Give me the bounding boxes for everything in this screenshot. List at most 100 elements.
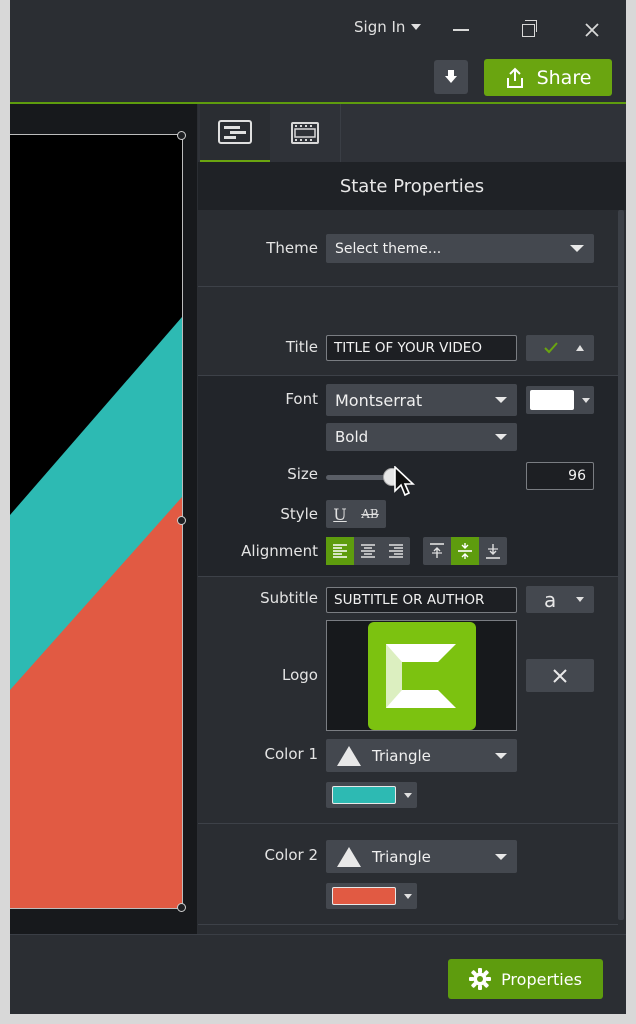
chevron-up-icon: [576, 345, 584, 351]
chevron-down-icon: [404, 792, 412, 798]
color2-swatch: [332, 887, 396, 905]
chevron-down-icon: [576, 597, 585, 602]
tab-video-properties[interactable]: [270, 104, 340, 162]
triangle-icon: [337, 846, 361, 867]
align-center-icon: [361, 544, 375, 558]
chevron-down-icon: [404, 893, 412, 899]
title-label: Title: [285, 338, 318, 356]
title-options-toggle[interactable]: [526, 335, 594, 361]
logo-drop-area[interactable]: [326, 620, 517, 731]
align-top-icon: [430, 543, 444, 558]
share-label: Share: [536, 66, 592, 89]
color1-swatch: [332, 786, 396, 804]
sign-in-label: Sign In: [354, 18, 406, 36]
horizontal-alignment-group: [326, 537, 410, 565]
gear-icon: [469, 968, 492, 990]
chevron-down-icon: [495, 853, 507, 860]
color2-shape-value: Triangle: [372, 847, 431, 866]
resize-handle-bottom-right[interactable]: [177, 903, 186, 912]
align-right-button[interactable]: [382, 537, 410, 565]
color2-label: Color 2: [264, 846, 318, 864]
restore-icon: [521, 19, 537, 37]
subtitle-font-options[interactable]: a: [526, 586, 594, 613]
properties-panel: State Properties Theme Select theme... T…: [198, 104, 626, 934]
font-family-select[interactable]: Montserrat: [326, 384, 517, 416]
film-strip-icon: [291, 122, 319, 144]
properties-button[interactable]: Properties: [448, 959, 603, 999]
chevron-down-icon: [582, 397, 590, 403]
divider: [198, 375, 618, 376]
resize-handle-middle-right[interactable]: [177, 516, 186, 525]
restore-button[interactable]: [510, 12, 546, 48]
size-input[interactable]: 96: [526, 462, 594, 490]
theme-select[interactable]: Select theme...: [326, 234, 594, 263]
triangle-icon: [337, 745, 361, 766]
title-input[interactable]: TITLE OF YOUR VIDEO: [326, 335, 517, 361]
color1-label: Color 1: [264, 745, 318, 763]
text-properties-icon: [218, 120, 252, 144]
subtitle-label: Subtitle: [260, 589, 318, 607]
title-bar: Sign In Share: [10, 0, 626, 104]
align-left-icon: [333, 544, 347, 558]
tab-text-properties[interactable]: [200, 104, 270, 162]
download-button[interactable]: [434, 60, 468, 94]
properties-label: Properties: [501, 969, 582, 989]
font-family-value: Montserrat: [335, 390, 423, 410]
style-label: Style: [280, 505, 318, 523]
color1-shape-select[interactable]: Triangle: [326, 739, 517, 772]
font-color-picker[interactable]: [526, 386, 594, 414]
canvas-frame[interactable]: [10, 134, 183, 909]
align-center-button[interactable]: [354, 537, 382, 565]
align-right-icon: [389, 544, 403, 558]
theme-label: Theme: [266, 239, 318, 257]
panel-title: State Properties: [339, 175, 485, 197]
align-top-button[interactable]: [423, 537, 451, 565]
size-value: 96: [568, 468, 586, 484]
minimize-button[interactable]: [443, 12, 479, 48]
color1-picker[interactable]: [326, 782, 417, 808]
underline-glyph: U: [333, 504, 347, 524]
align-left-button[interactable]: [326, 537, 354, 565]
sign-in-menu[interactable]: Sign In: [354, 18, 422, 36]
state-properties-header: State Properties: [198, 162, 626, 210]
align-bottom-icon: [486, 544, 500, 559]
subtitle-input-value: SUBTITLE OR AUTHOR: [334, 592, 485, 608]
divider: [198, 576, 618, 577]
share-button[interactable]: Share: [484, 59, 612, 96]
size-label: Size: [287, 465, 318, 483]
chevron-down-icon: [495, 434, 507, 440]
bottom-bar: Properties: [10, 934, 626, 1014]
color1-shape-value: Triangle: [372, 746, 431, 765]
strikethrough-button[interactable]: AB: [354, 500, 386, 528]
tab-separator: [340, 104, 341, 162]
chevron-down-icon: [495, 397, 507, 403]
strikethrough-glyph: AB: [361, 507, 379, 521]
chevron-down-icon: [570, 245, 584, 252]
underline-button[interactable]: U: [326, 500, 354, 528]
font-weight-select[interactable]: Bold: [326, 423, 517, 451]
canvas-preview-area: [10, 104, 197, 934]
resize-handle-top-right[interactable]: [177, 131, 186, 140]
align-middle-icon: [458, 543, 472, 559]
font-glyph-icon: a: [544, 587, 557, 612]
alignment-label: Alignment: [241, 542, 318, 560]
minimize-icon: [453, 29, 469, 31]
panel-tabs: [198, 104, 626, 162]
font-weight-value: Bold: [335, 428, 369, 446]
close-icon: [585, 23, 599, 37]
title-artwork: [10, 135, 182, 908]
remove-logo-button[interactable]: [526, 659, 594, 692]
mouse-pointer-icon: [394, 466, 416, 497]
panel-scrollbar-thumb[interactable]: [618, 210, 624, 920]
align-bottom-button[interactable]: [479, 537, 507, 565]
chevron-down-icon: [495, 752, 507, 759]
align-middle-button[interactable]: [451, 537, 479, 565]
color2-shape-select[interactable]: Triangle: [326, 840, 517, 873]
color2-picker[interactable]: [326, 883, 417, 909]
divider: [198, 823, 618, 824]
close-button[interactable]: [574, 12, 610, 48]
app-window: Sign In Share State Properties Theme Sel…: [10, 0, 626, 1014]
subtitle-input[interactable]: SUBTITLE OR AUTHOR: [326, 587, 517, 613]
divider: [198, 924, 618, 925]
close-icon: [553, 668, 567, 683]
